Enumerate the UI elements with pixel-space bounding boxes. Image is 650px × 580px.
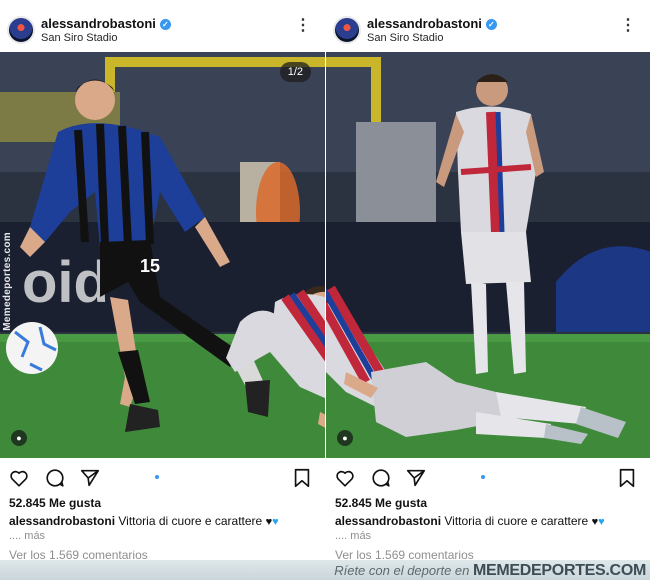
carousel-counter: 1/2 (279, 62, 311, 82)
avatar[interactable] (7, 16, 35, 44)
avatar[interactable] (333, 16, 361, 44)
tag-people-icon[interactable]: ● (337, 430, 353, 446)
bookmark-icon[interactable] (291, 467, 313, 489)
username[interactable]: alessandrobastoni ✓ (367, 16, 497, 31)
more-link[interactable]: .... más (335, 530, 371, 542)
photo-football-scene: oid 15 (0, 52, 325, 458)
post-right: alessandrobastoni ✓ San Siro Stadio ⋮ ● … (325, 0, 650, 560)
footer-site[interactable]: MEMEDEPORTES.COM (473, 562, 646, 579)
username[interactable]: alessandrobastoni ✓ (41, 16, 171, 31)
caption-text: Vittoria di cuore e carattere (444, 514, 589, 528)
caption-username[interactable]: alessandrobastoni (335, 514, 441, 528)
post-header: alessandrobastoni ✓ San Siro Stadio ⋮ (0, 0, 325, 52)
heart-icon[interactable] (8, 467, 30, 489)
comment-icon[interactable] (44, 467, 66, 489)
verified-icon: ✓ (159, 19, 171, 30)
verified-icon: ✓ (485, 19, 497, 30)
action-bar (0, 464, 325, 492)
carousel-dot-indicator (155, 475, 159, 479)
caption: alessandrobastoni Vittoria di cuore e ca… (9, 514, 279, 528)
blue-heart-emoji: ♥ (272, 516, 279, 528)
post-photo[interactable]: oid 15 1/2 Memedeportes.com ● (0, 52, 325, 458)
tag-people-icon[interactable]: ● (11, 430, 27, 446)
blue-heart-emoji: ♥ (598, 516, 605, 528)
more-options-icon[interactable]: ⋮ (295, 18, 311, 34)
post-header: alessandrobastoni ✓ San Siro Stadio ⋮ (326, 0, 650, 52)
caption: alessandrobastoni Vittoria di cuore e ca… (335, 514, 605, 528)
watermark: Memedeportes.com (2, 232, 13, 331)
caption-username[interactable]: alessandrobastoni (9, 514, 115, 528)
heart-icon[interactable] (334, 467, 356, 489)
svg-text:15: 15 (140, 256, 160, 276)
footer-tagline: Ríete con el deporte en (334, 563, 470, 578)
svg-text:oid: oid (22, 250, 109, 315)
share-icon[interactable] (79, 467, 101, 489)
likes-count[interactable]: 52.845 Me gusta (335, 496, 427, 510)
carousel-dot-indicator (481, 475, 485, 479)
post-photo[interactable]: ● (326, 52, 650, 458)
view-comments-link[interactable]: Ver los 1.569 comentarios (9, 548, 148, 560)
action-bar (326, 464, 650, 492)
footer-banner: Ríete con el deporte en MEMEDEPORTES.COM (0, 560, 650, 580)
more-options-icon[interactable]: ⋮ (620, 18, 636, 34)
location[interactable]: San Siro Stadio (41, 32, 117, 44)
bookmark-icon[interactable] (616, 467, 638, 489)
location[interactable]: San Siro Stadio (367, 32, 443, 44)
comment-icon[interactable] (370, 467, 392, 489)
view-comments-link[interactable]: Ver los 1.569 comentarios (335, 548, 474, 560)
caption-text: Vittoria di cuore e carattere (118, 514, 263, 528)
likes-count[interactable]: 52.845 Me gusta (9, 496, 101, 510)
share-icon[interactable] (405, 467, 427, 489)
footer-text: Ríete con el deporte en MEMEDEPORTES.COM (334, 562, 646, 580)
more-link[interactable]: .... más (9, 530, 45, 542)
post-left: alessandrobastoni ✓ San Siro Stadio ⋮ oid… (0, 0, 325, 560)
photo-football-scene (326, 52, 650, 458)
